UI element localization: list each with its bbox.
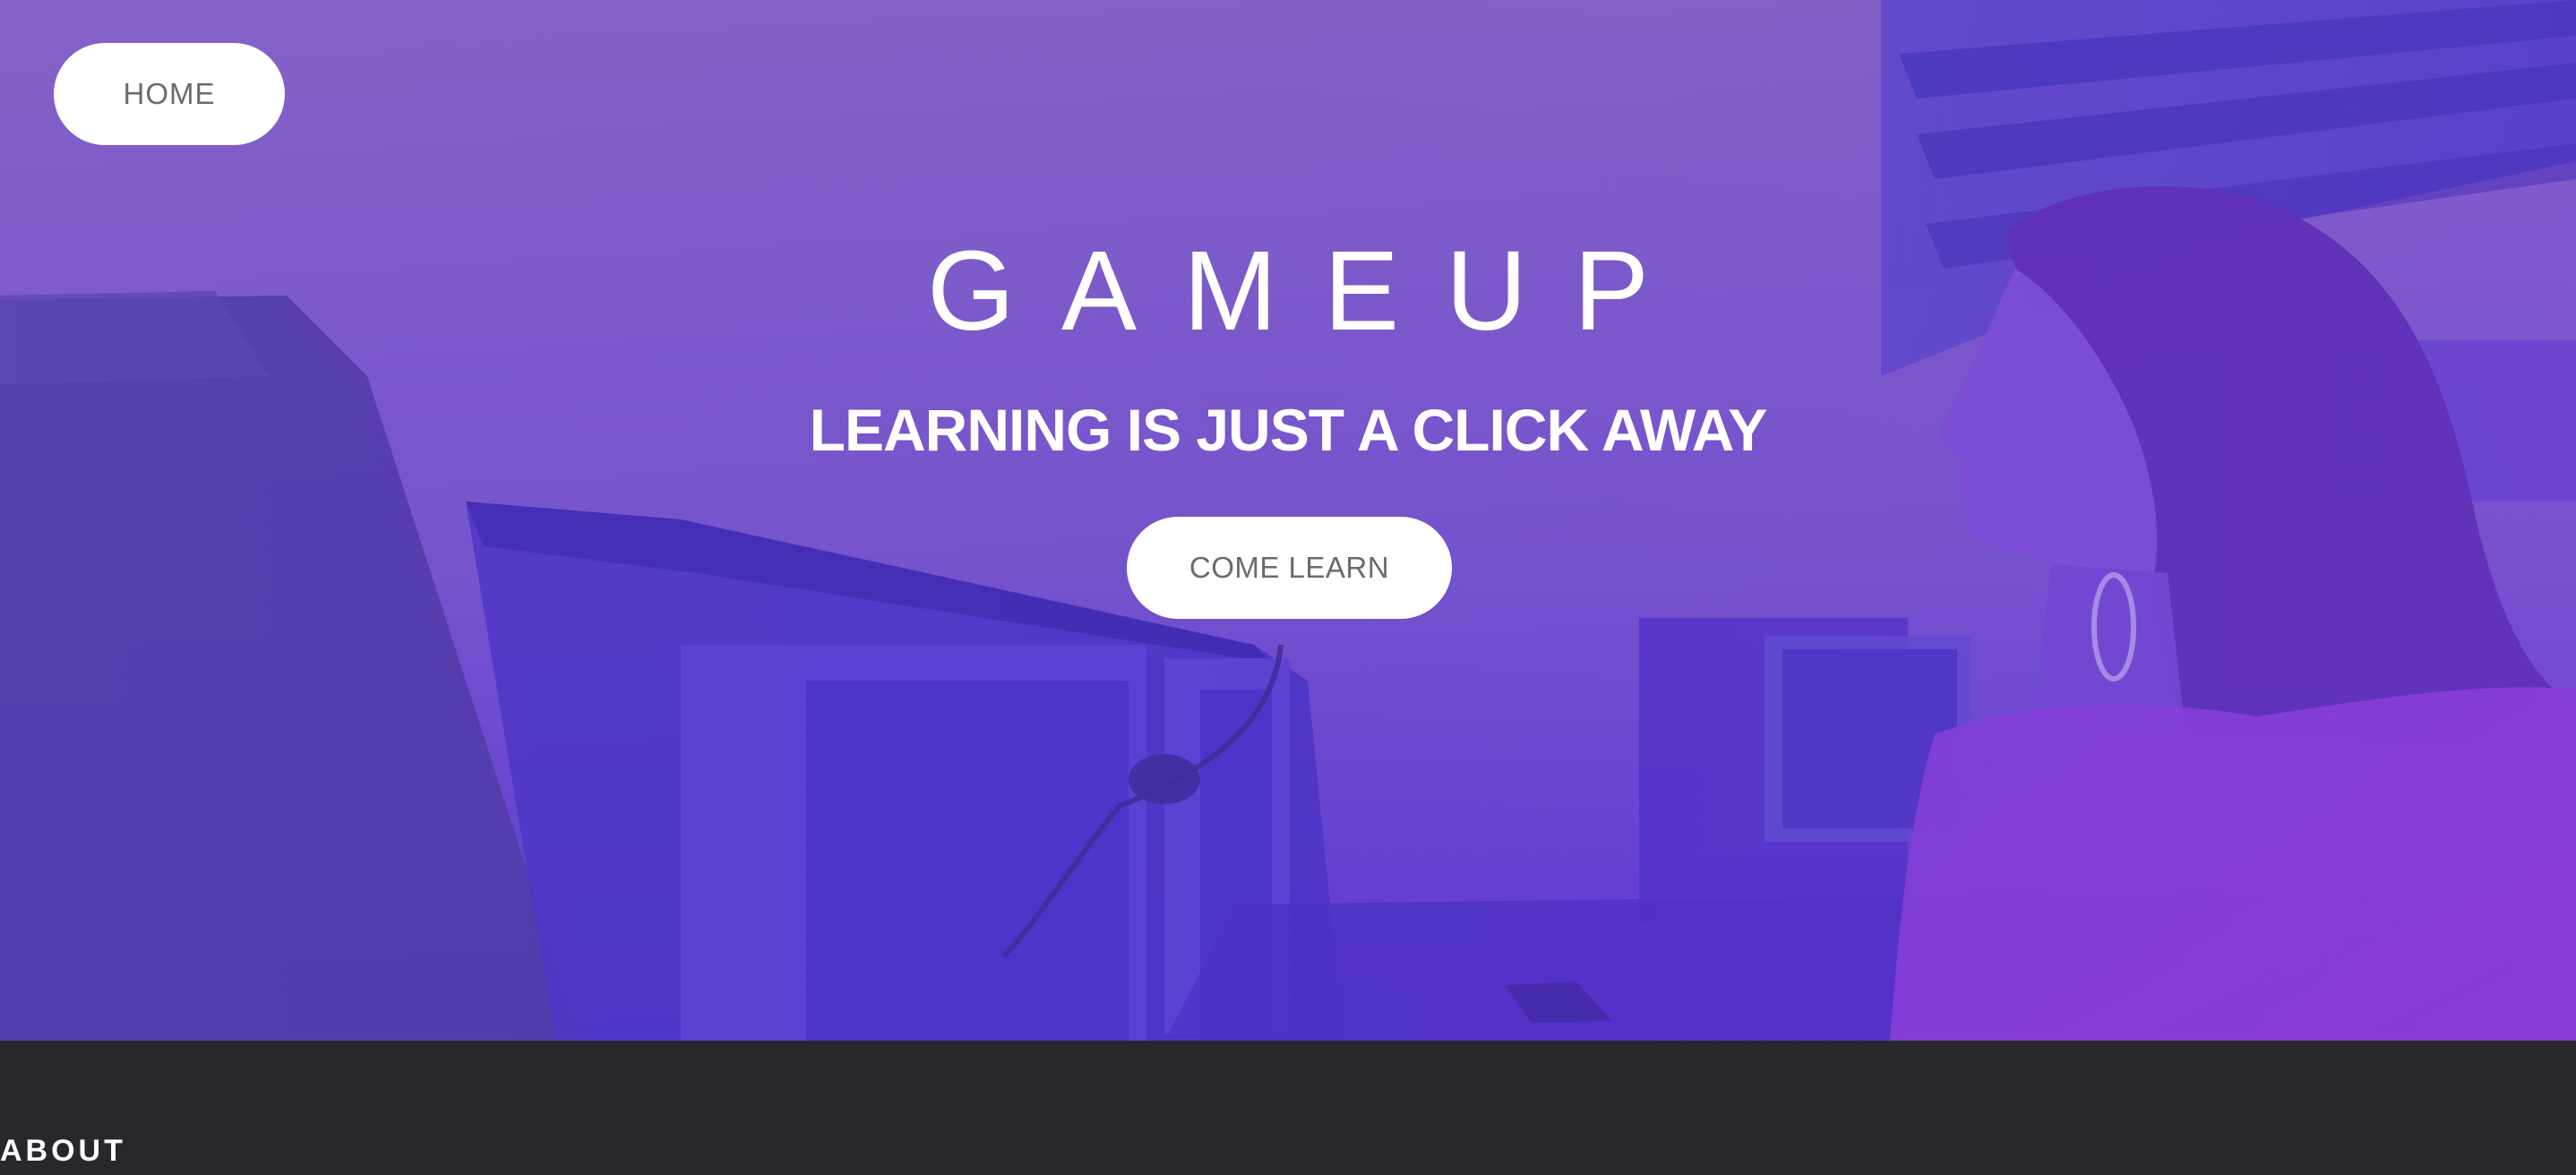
about-heading: ABOUT [0, 1134, 126, 1168]
hero-tagline: LEARNING IS JUST A CLICK AWAY [809, 397, 1768, 463]
page: HOME GAMEUP LEARNING IS JUST A CLICK AWA… [0, 0, 2576, 1175]
come-learn-button[interactable]: COME LEARN [1127, 517, 1452, 619]
brand-title: GAMEUP [926, 227, 1696, 354]
hero-section: HOME GAMEUP LEARNING IS JUST A CLICK AWA… [0, 0, 2576, 1041]
about-section: ABOUT [0, 1041, 2576, 1175]
home-button[interactable]: HOME [54, 43, 285, 145]
